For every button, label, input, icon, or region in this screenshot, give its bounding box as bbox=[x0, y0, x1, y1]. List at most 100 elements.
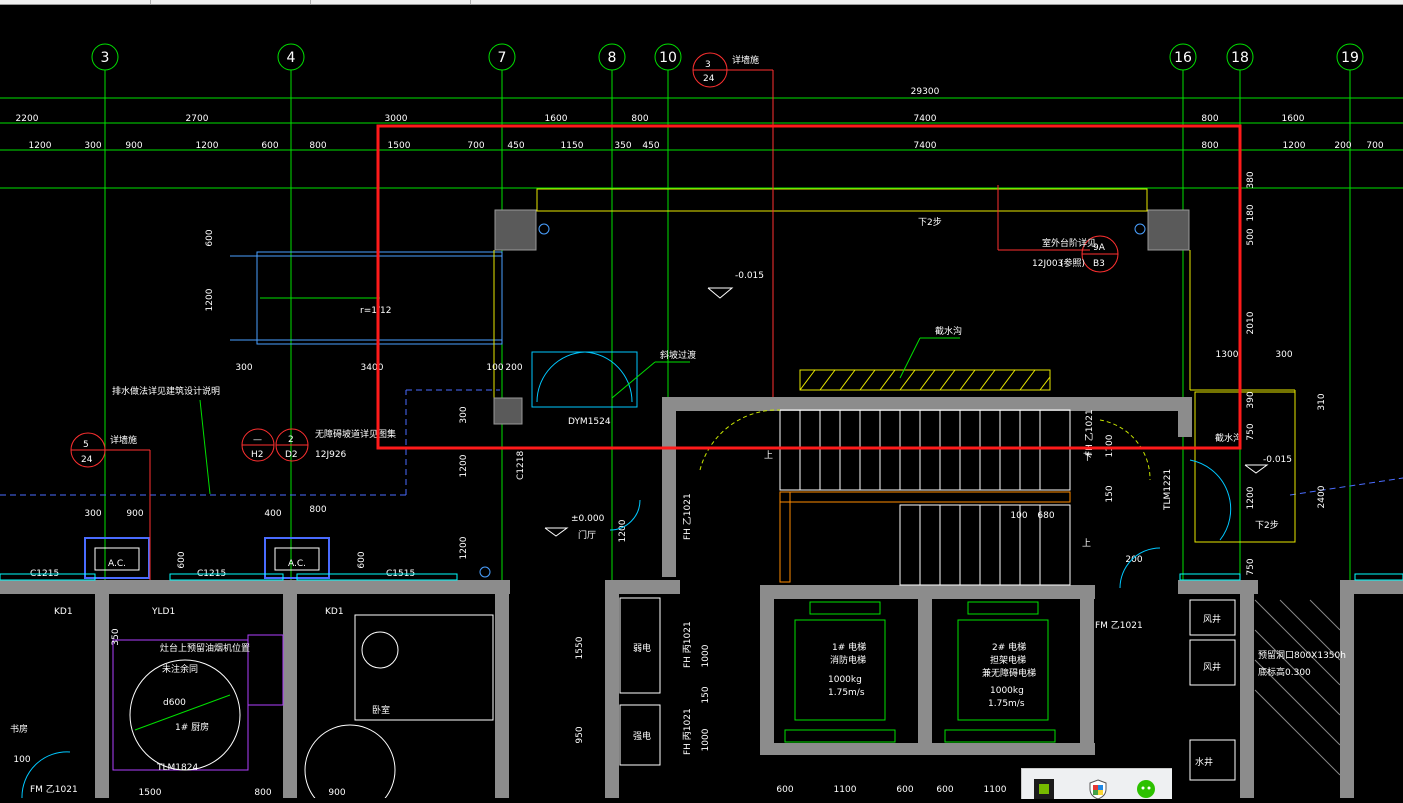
svg-text:(参照): (参照) bbox=[1060, 257, 1085, 269]
axis-bubble: 4 bbox=[277, 43, 305, 71]
svg-text:10: 10 bbox=[659, 50, 677, 66]
bedroom-label: 卧室 bbox=[372, 704, 390, 716]
leader-line bbox=[899, 337, 921, 379]
svg-text:100: 100 bbox=[13, 755, 30, 765]
svg-text:详墙施: 详墙施 bbox=[732, 54, 759, 66]
svg-text:A.C.: A.C. bbox=[108, 559, 126, 569]
svg-text:24: 24 bbox=[81, 455, 93, 465]
svg-text:兼无障碍电梯: 兼无障碍电梯 bbox=[982, 667, 1036, 679]
svg-text:600: 600 bbox=[776, 785, 793, 795]
svg-text:150: 150 bbox=[1105, 485, 1115, 502]
svg-text:600: 600 bbox=[357, 551, 367, 568]
svg-text:200: 200 bbox=[1334, 141, 1351, 151]
svg-text:±0.000: ±0.000 bbox=[571, 514, 605, 524]
svg-text:900: 900 bbox=[328, 788, 345, 798]
kd-tag: KD1 bbox=[54, 607, 73, 617]
svg-text:2700: 2700 bbox=[186, 114, 209, 124]
svg-text:180: 180 bbox=[1246, 204, 1256, 221]
svg-text:1200: 1200 bbox=[618, 519, 628, 542]
kitchen-note: 灶台上预留油烟机位置 bbox=[160, 642, 250, 654]
svg-text:1.75m/s: 1.75m/s bbox=[988, 699, 1025, 709]
svg-text:-0.015: -0.015 bbox=[1263, 455, 1292, 465]
bedroom-furniture bbox=[304, 614, 494, 798]
svg-text:7: 7 bbox=[498, 50, 507, 66]
svg-text:800: 800 bbox=[309, 141, 326, 151]
kitchen-label: 1# 厨房 bbox=[175, 721, 209, 733]
svg-text:900: 900 bbox=[126, 509, 143, 519]
svg-text:1100: 1100 bbox=[1105, 434, 1115, 457]
svg-text:450: 450 bbox=[507, 141, 524, 151]
axis-bubble: 3 bbox=[91, 43, 119, 71]
svg-text:600: 600 bbox=[177, 551, 187, 568]
svg-text:300: 300 bbox=[235, 363, 252, 373]
detail-ref-5: 5 24 详墙施 bbox=[70, 432, 151, 580]
axis-bubble: 8 bbox=[598, 43, 626, 71]
door-tag-dym: DYM1524 bbox=[568, 417, 611, 427]
shaft-hatch bbox=[1254, 599, 1341, 776]
door-tag-tlm: TLM1824 bbox=[156, 763, 198, 773]
detail-ref-3: 3 24 详墙施 bbox=[692, 52, 774, 410]
detail-ref-ramp: — H2 2 D2 无障碍坡道详见图集 12J926 bbox=[241, 428, 396, 462]
svg-text:3: 3 bbox=[101, 50, 110, 66]
svg-text:1200: 1200 bbox=[1283, 141, 1306, 151]
svg-text:200: 200 bbox=[505, 363, 522, 373]
wechat-icon[interactable] bbox=[1136, 779, 1156, 799]
svg-text:2010: 2010 bbox=[1246, 311, 1256, 334]
svg-text:350: 350 bbox=[111, 628, 121, 645]
axis-bubble: 7 bbox=[488, 43, 516, 71]
svg-text:900: 900 bbox=[125, 141, 142, 151]
svg-text:2400: 2400 bbox=[1317, 485, 1327, 508]
svg-text:1000: 1000 bbox=[701, 728, 711, 751]
svg-text:300: 300 bbox=[1275, 350, 1292, 360]
svg-text:300: 300 bbox=[84, 509, 101, 519]
svg-text:担架电梯: 担架电梯 bbox=[990, 654, 1026, 666]
svg-text:1200: 1200 bbox=[205, 288, 215, 311]
drain-label: 截水沟 bbox=[935, 325, 962, 337]
svg-text:无障碍坡道详见图集: 无障碍坡道详见图集 bbox=[315, 428, 396, 440]
svg-text:950: 950 bbox=[575, 726, 585, 743]
strong-elec-label: 强电 bbox=[633, 730, 651, 742]
svg-text:2: 2 bbox=[288, 435, 294, 445]
svg-text:12J926: 12J926 bbox=[315, 450, 347, 460]
svg-text:380: 380 bbox=[1246, 171, 1256, 188]
svg-text:800: 800 bbox=[309, 505, 326, 515]
svg-text:B3: B3 bbox=[1093, 259, 1105, 269]
slope-transition-label: 斜坡过渡 bbox=[660, 349, 696, 361]
stair-railing bbox=[779, 491, 1071, 503]
kitchen-note-2: 未注余同 bbox=[162, 663, 198, 675]
window-tag: C1218 bbox=[516, 451, 526, 480]
svg-text:16: 16 bbox=[1174, 50, 1192, 66]
svg-text:2# 电梯: 2# 电梯 bbox=[992, 641, 1026, 653]
svg-text:1300: 1300 bbox=[1216, 350, 1239, 360]
svg-text:150: 150 bbox=[701, 686, 711, 703]
svg-text:24: 24 bbox=[703, 74, 715, 84]
yld-tag: YLD1 bbox=[151, 607, 175, 617]
door-swing bbox=[1189, 459, 1232, 541]
svg-text:18: 18 bbox=[1231, 50, 1249, 66]
wind-well-label: 风井 bbox=[1203, 661, 1221, 673]
svg-text:1.75m/s: 1.75m/s bbox=[828, 688, 865, 698]
cad-drawing-canvas[interactable]: 3 4 7 8 10 16 18 19 2200 2700 3000 1600 … bbox=[0, 4, 1403, 798]
shield-icon[interactable] bbox=[1088, 779, 1108, 800]
svg-text:1200: 1200 bbox=[459, 454, 469, 477]
svg-text:-0.015: -0.015 bbox=[735, 271, 764, 281]
svg-text:1200: 1200 bbox=[1246, 486, 1256, 509]
svg-text:300: 300 bbox=[84, 141, 101, 151]
study-label: 书房 bbox=[10, 723, 28, 735]
svg-text:1600: 1600 bbox=[1282, 114, 1305, 124]
nvidia-icon[interactable] bbox=[1034, 779, 1054, 799]
elevator-2-label: 2# 电梯 担架电梯 兼无障碍电梯 1000kg 1.75m/s bbox=[982, 641, 1036, 709]
ramp-right bbox=[1194, 391, 1296, 543]
svg-text:1600: 1600 bbox=[545, 114, 568, 124]
svg-text:3000: 3000 bbox=[385, 114, 408, 124]
svg-text:A.C.: A.C. bbox=[288, 559, 306, 569]
svg-text:600: 600 bbox=[936, 785, 953, 795]
opening-label-2: 底标高0.300 bbox=[1258, 666, 1311, 678]
svg-text:1200: 1200 bbox=[459, 536, 469, 559]
svg-text:310: 310 bbox=[1317, 393, 1327, 410]
kitchen-fixtures bbox=[112, 634, 284, 771]
svg-text:消防电梯: 消防电梯 bbox=[830, 654, 866, 666]
svg-text:7400: 7400 bbox=[914, 114, 937, 124]
svg-text:450: 450 bbox=[642, 141, 659, 151]
svg-text:400: 400 bbox=[264, 509, 281, 519]
